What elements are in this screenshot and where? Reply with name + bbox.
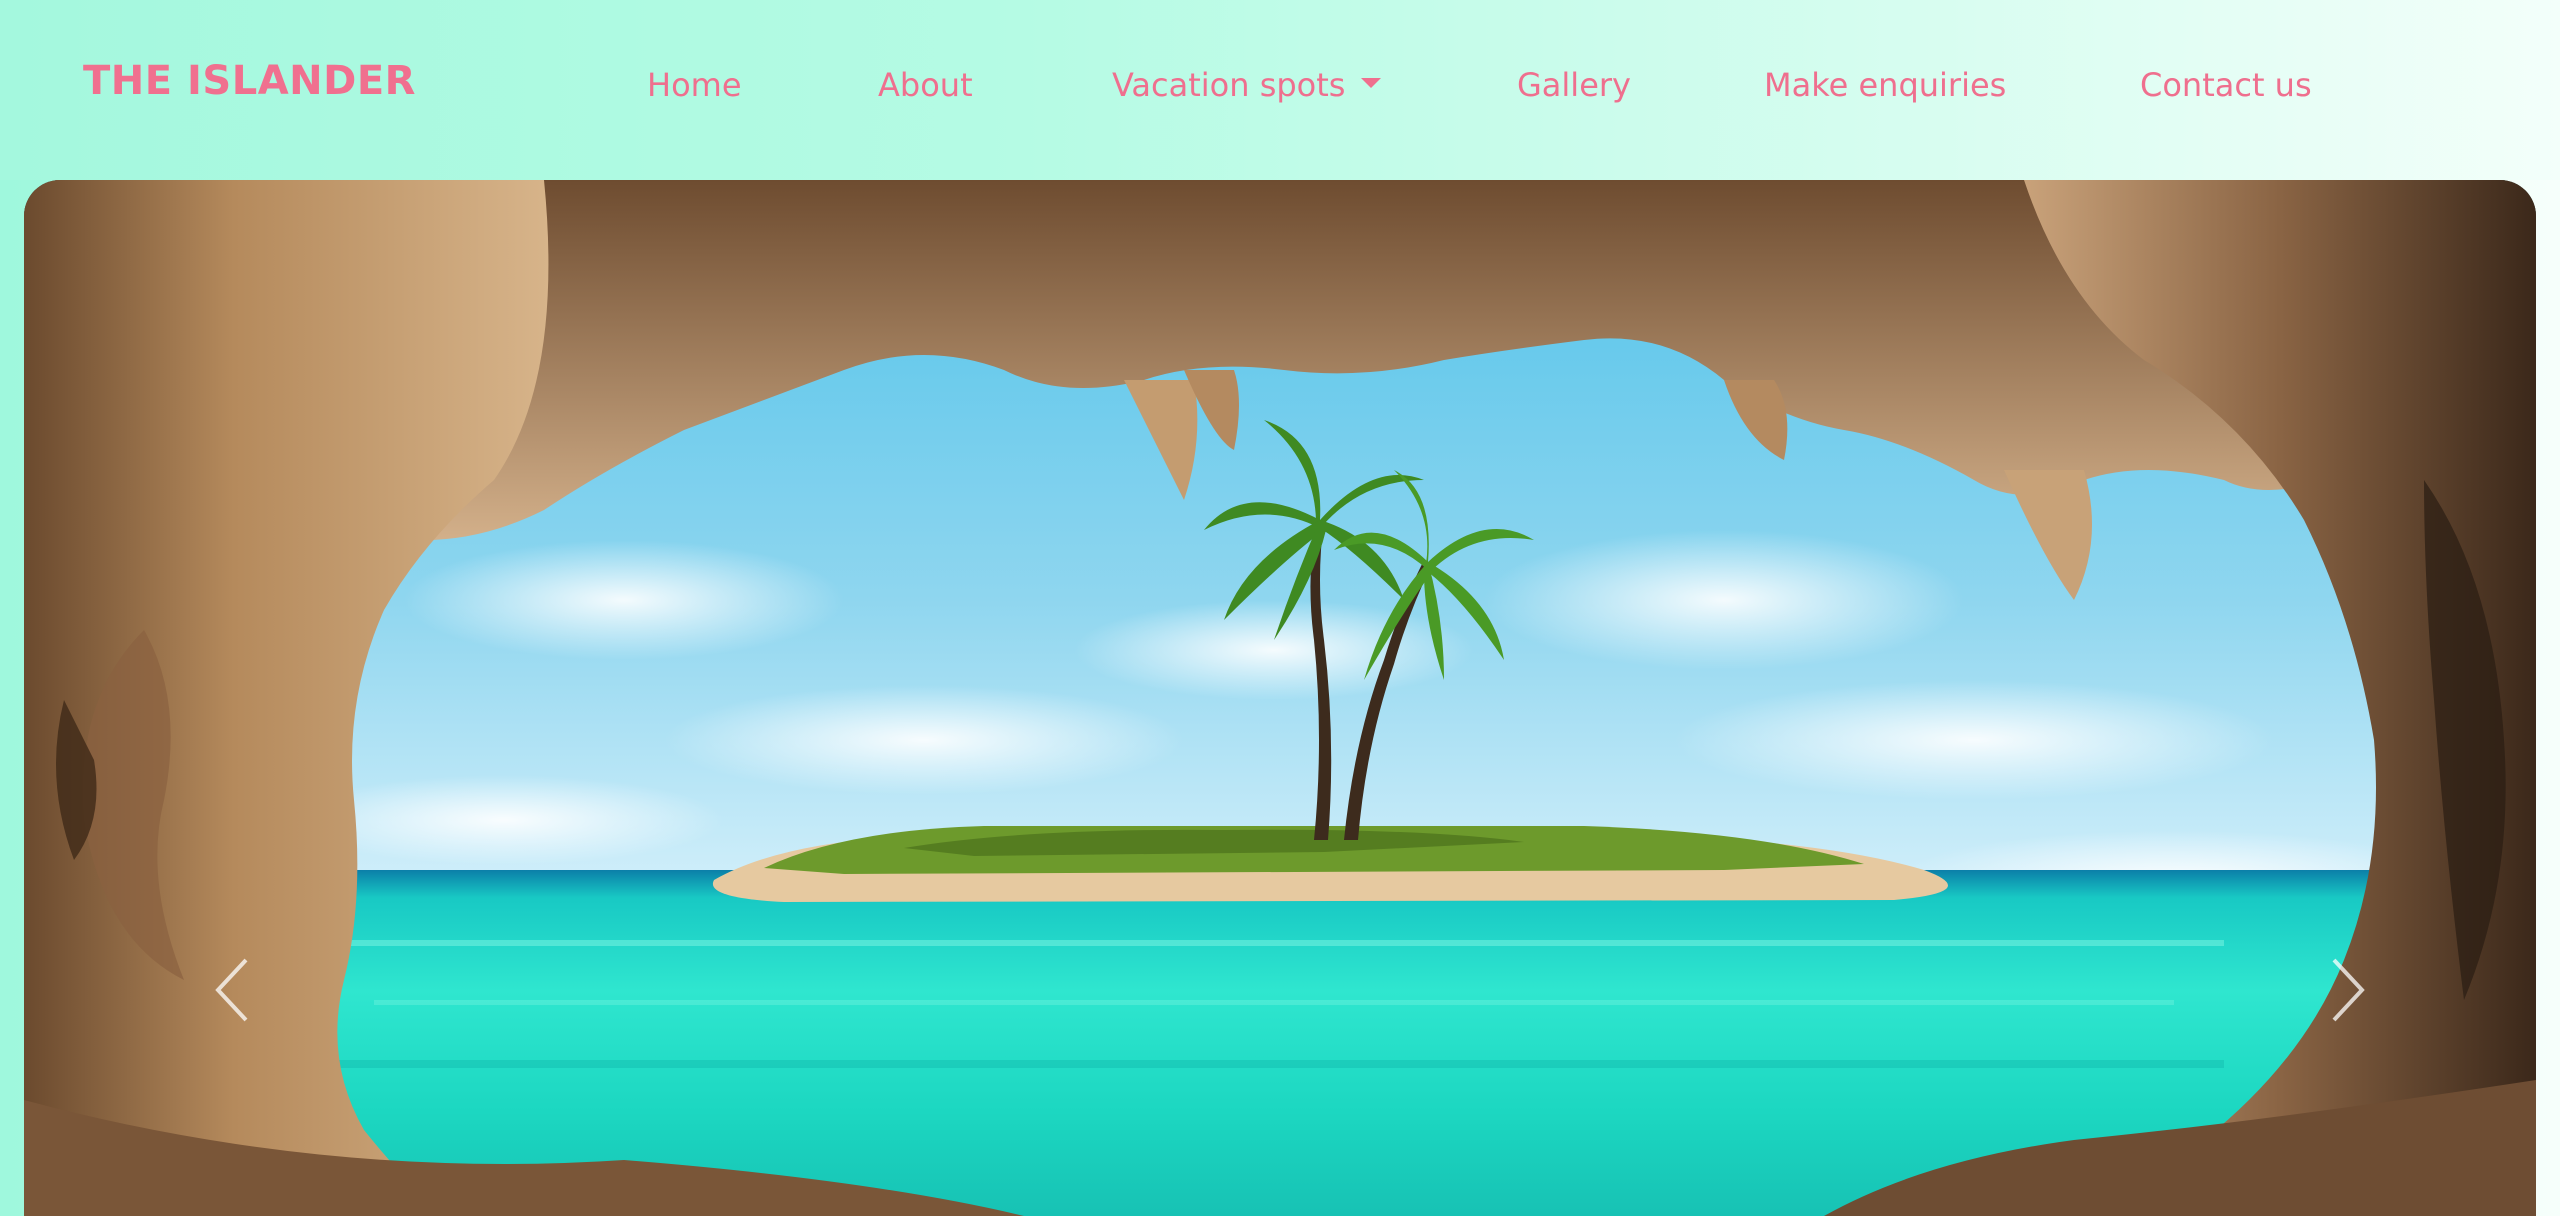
nav-make-enquiries[interactable]: Make enquiries [1764, 66, 2006, 104]
top-navbar: THE ISLANDER Home About Vacation spots G… [0, 0, 2560, 180]
nav-contact-us[interactable]: Contact us [2140, 66, 2312, 104]
hero-image [24, 180, 2536, 1216]
nav-gallery[interactable]: Gallery [1517, 66, 1631, 104]
nav-about[interactable]: About [878, 66, 973, 104]
hero-carousel [24, 180, 2536, 1216]
caret-down-icon [1361, 78, 1382, 88]
nav-home[interactable]: Home [647, 66, 742, 104]
carousel-next-button[interactable] [2316, 950, 2376, 1030]
carousel-prev-button[interactable] [204, 950, 264, 1030]
nav-vacation-spots[interactable]: Vacation spots [1112, 66, 1382, 104]
chevron-right-icon [2332, 958, 2365, 1022]
brand-logo[interactable]: THE ISLANDER [83, 58, 416, 104]
nav-vacation-spots-label: Vacation spots [1112, 66, 1346, 104]
chevron-left-icon [215, 958, 248, 1022]
